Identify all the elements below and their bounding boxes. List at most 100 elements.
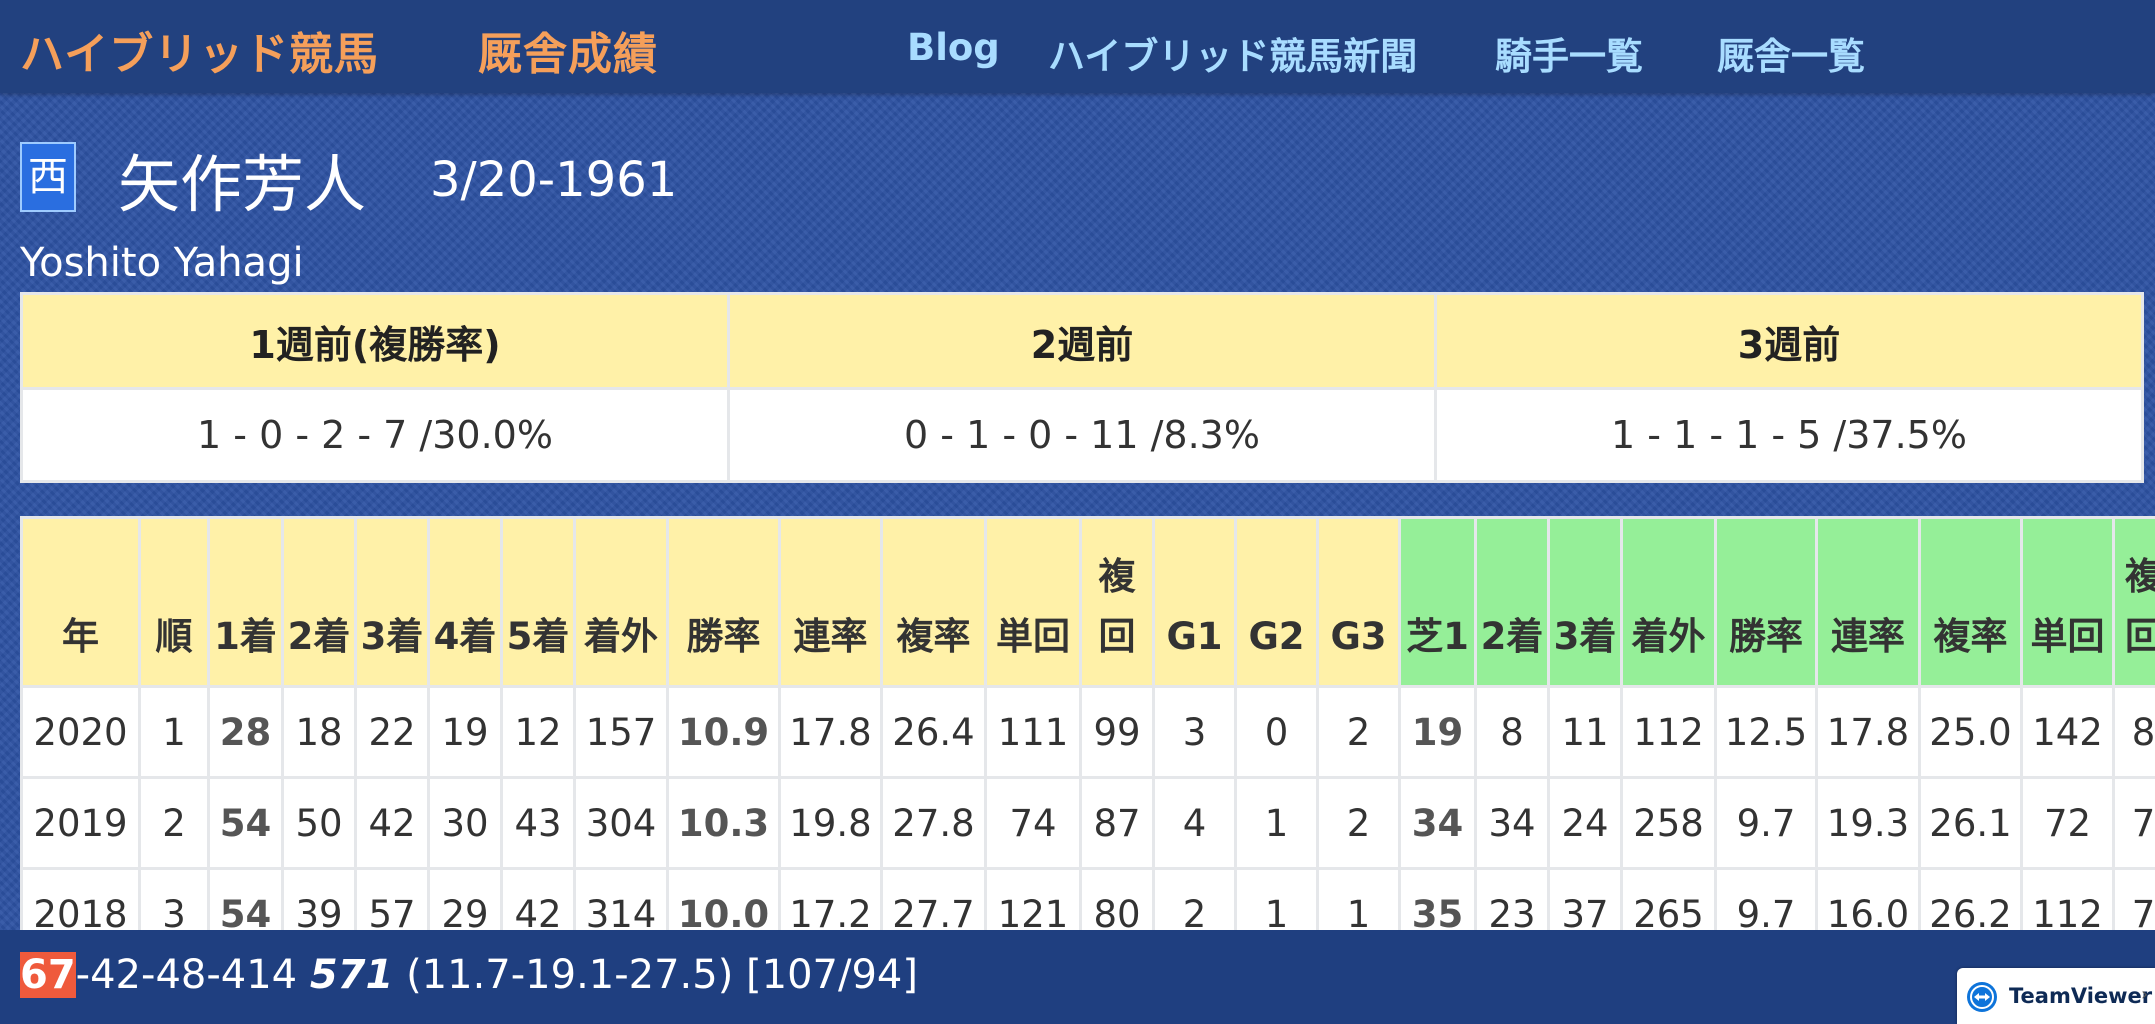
cell-turf-out: 258 (1620, 776, 1717, 870)
col-header-win-rate[interactable]: 勝率 (666, 516, 781, 688)
col-header-rank[interactable]: 順 (138, 516, 210, 688)
cell-turf-place-return: 8 (2112, 685, 2155, 779)
summary-rates: (11.7-19.1-27.5) (406, 952, 734, 998)
cell-2nd: 18 (281, 685, 357, 779)
summary-record: -42-48-414 (75, 952, 298, 998)
col-header-4th[interactable]: 4着 (427, 516, 503, 688)
teamviewer-panel[interactable]: TeamViewer › (1957, 968, 2155, 1024)
col-header-year[interactable]: 年 (20, 516, 141, 688)
section-title-link[interactable]: 厩舎成績 (478, 18, 658, 82)
cell-4th: 30 (427, 776, 503, 870)
cell-place-rate: 26.4 (880, 685, 987, 779)
col-header-turf-win-return[interactable]: 単回 (2020, 516, 2115, 688)
trainer-birthdate: 3/20-1961 (430, 152, 678, 208)
cell-win-return: 111 (984, 685, 1082, 779)
cell-g2: 1 (1234, 776, 1319, 870)
teamviewer-collapse-icon[interactable]: › (2141, 984, 2148, 1005)
cell-turf-1st: 34 (1398, 776, 1477, 870)
cell-turf-place-return: 7 (2112, 776, 2155, 870)
col-header-g2[interactable]: G2 (1234, 516, 1319, 688)
col-header-place-rate[interactable]: 複率 (880, 516, 987, 688)
cell-turf-win-rate: 12.5 (1714, 685, 1818, 779)
col-header-turf-place-return[interactable]: 複回 (2112, 516, 2155, 688)
trainer-roman-name: Yoshito Yahagi (20, 240, 304, 286)
cell-rank: 1 (138, 685, 210, 779)
stats-header-row: 年順 1着 2着 3着 4着 5着 着外 勝率 連率 複率 単回 複回 G1 G2 G3 芝1 2着 3着 着外 勝率… (20, 516, 2155, 688)
cell-turf-2nd: 8 (1474, 685, 1550, 779)
cell-2nd: 50 (281, 776, 357, 870)
cell-turf-quinella-rate: 19.3 (1815, 776, 1921, 870)
cell-turf-place-rate: 25.0 (1918, 685, 2023, 779)
col-header-turf-quinella-rate[interactable]: 連率 (1815, 516, 1921, 688)
cell-4th: 19 (427, 685, 503, 779)
cell-turf-3rd: 24 (1547, 776, 1623, 870)
col-header-g1[interactable]: G1 (1152, 516, 1237, 688)
col-header-5th[interactable]: 5着 (500, 516, 576, 688)
site-brand-link[interactable]: ハイブリッド競馬 (20, 18, 379, 82)
cell-g3: 2 (1316, 685, 1401, 779)
cell-g1: 4 (1152, 776, 1237, 870)
col-header-turf-2nd[interactable]: 2着 (1474, 516, 1550, 688)
cell-win-return: 74 (984, 776, 1082, 870)
cell-place-return: 87 (1079, 776, 1155, 870)
yearly-stats-container[interactable]: 年順 1着 2着 3着 4着 5着 着外 勝率 連率 複率 単回 複回 G1 G2 G3 芝1 2着 3着 着外 勝率… (20, 516, 2155, 930)
col-header-turf-place-rate[interactable]: 複率 (1918, 516, 2023, 688)
col-header-turf-1st[interactable]: 芝1 (1398, 516, 1477, 688)
col-header-place-return[interactable]: 複回 (1079, 516, 1155, 688)
cell-2nd: 39 (281, 867, 357, 930)
nav-link-newspaper[interactable]: ハイブリッド競馬新聞 (1048, 26, 1417, 80)
cell-5th: 42 (500, 867, 576, 930)
cell-4th: 29 (427, 867, 503, 930)
cell-g1: 3 (1152, 685, 1237, 779)
cell-g2: 0 (1234, 685, 1319, 779)
cell-turf-out: 265 (1620, 867, 1717, 930)
col-header-g3[interactable]: G3 (1316, 516, 1401, 688)
cell-year: 2019 (20, 776, 141, 870)
cell-5th: 43 (500, 776, 576, 870)
col-header-turf-out[interactable]: 着外 (1620, 516, 1717, 688)
table-row: 2018 3 54 39 57 29 42 314 10.0 17.2 27.7 121 80 2 1 1 35… (20, 867, 2155, 930)
col-header-2nd[interactable]: 2着 (281, 516, 357, 688)
col-header-win-return[interactable]: 単回 (984, 516, 1082, 688)
nav-link-jockey-list[interactable]: 騎手一覧 (1495, 26, 1643, 80)
cell-g2: 1 (1234, 867, 1319, 930)
nav-link-blog[interactable]: Blog (907, 26, 1000, 69)
table-row: 2020 1 28 18 22 19 12 157 10.9 17.8 26.4 111 99 3 0 2 19… (20, 685, 2155, 779)
weekly-value-1w: 1 - 0 - 2 - 7 /30.0% (20, 387, 730, 483)
yearly-stats-table: 年順 1着 2着 3着 4着 5着 着外 勝率 連率 複率 単回 複回 G1 G2 G3 芝1 2着 3着 着外 勝率… (20, 516, 2155, 930)
cell-rank: 2 (138, 776, 210, 870)
cell-turf-win-rate: 9.7 (1714, 776, 1818, 870)
cell-g3: 1 (1316, 867, 1401, 930)
cell-place-rate: 27.7 (880, 867, 987, 930)
cell-quinella-rate: 17.2 (778, 867, 883, 930)
weekly-value-row: 1 - 0 - 2 - 7 /30.0% 0 - 1 - 0 - 11 /8.3… (20, 387, 2144, 483)
cell-turf-3rd: 11 (1547, 685, 1623, 779)
col-header-turf-3rd[interactable]: 3着 (1547, 516, 1623, 688)
cell-win-rate: 10.9 (666, 685, 781, 779)
cell-turf-1st: 35 (1398, 867, 1477, 930)
summary-total: 571 (309, 952, 394, 998)
cell-turf-place-rate: 26.1 (1918, 776, 2023, 870)
cell-quinella-rate: 17.8 (778, 685, 883, 779)
cell-year: 2018 (20, 867, 141, 930)
cell-place-return: 80 (1079, 867, 1155, 930)
cell-turf-place-return: 7 (2112, 867, 2155, 930)
col-header-3rd[interactable]: 3着 (354, 516, 430, 688)
teamviewer-label: TeamViewer (2009, 984, 2153, 1008)
cell-turf-out: 112 (1620, 685, 1717, 779)
cell-1st: 54 (207, 776, 284, 870)
cell-out: 157 (573, 685, 669, 779)
cell-turf-3rd: 37 (1547, 867, 1623, 930)
cell-turf-place-rate: 26.2 (1918, 867, 2023, 930)
summary-returns: [107/94] (746, 952, 918, 998)
col-header-quinella-rate[interactable]: 連率 (778, 516, 883, 688)
cell-turf-2nd: 34 (1474, 776, 1550, 870)
cell-year: 2020 (20, 685, 141, 779)
cell-1st: 54 (207, 867, 284, 930)
col-header-out[interactable]: 着外 (573, 516, 669, 688)
col-header-turf-win-rate[interactable]: 勝率 (1714, 516, 1818, 688)
col-header-1st[interactable]: 1着 (207, 516, 284, 688)
nav-link-stable-list[interactable]: 厩舎一覧 (1717, 26, 1865, 80)
cell-3rd: 22 (354, 685, 430, 779)
summary-wins: 67 (20, 952, 76, 998)
